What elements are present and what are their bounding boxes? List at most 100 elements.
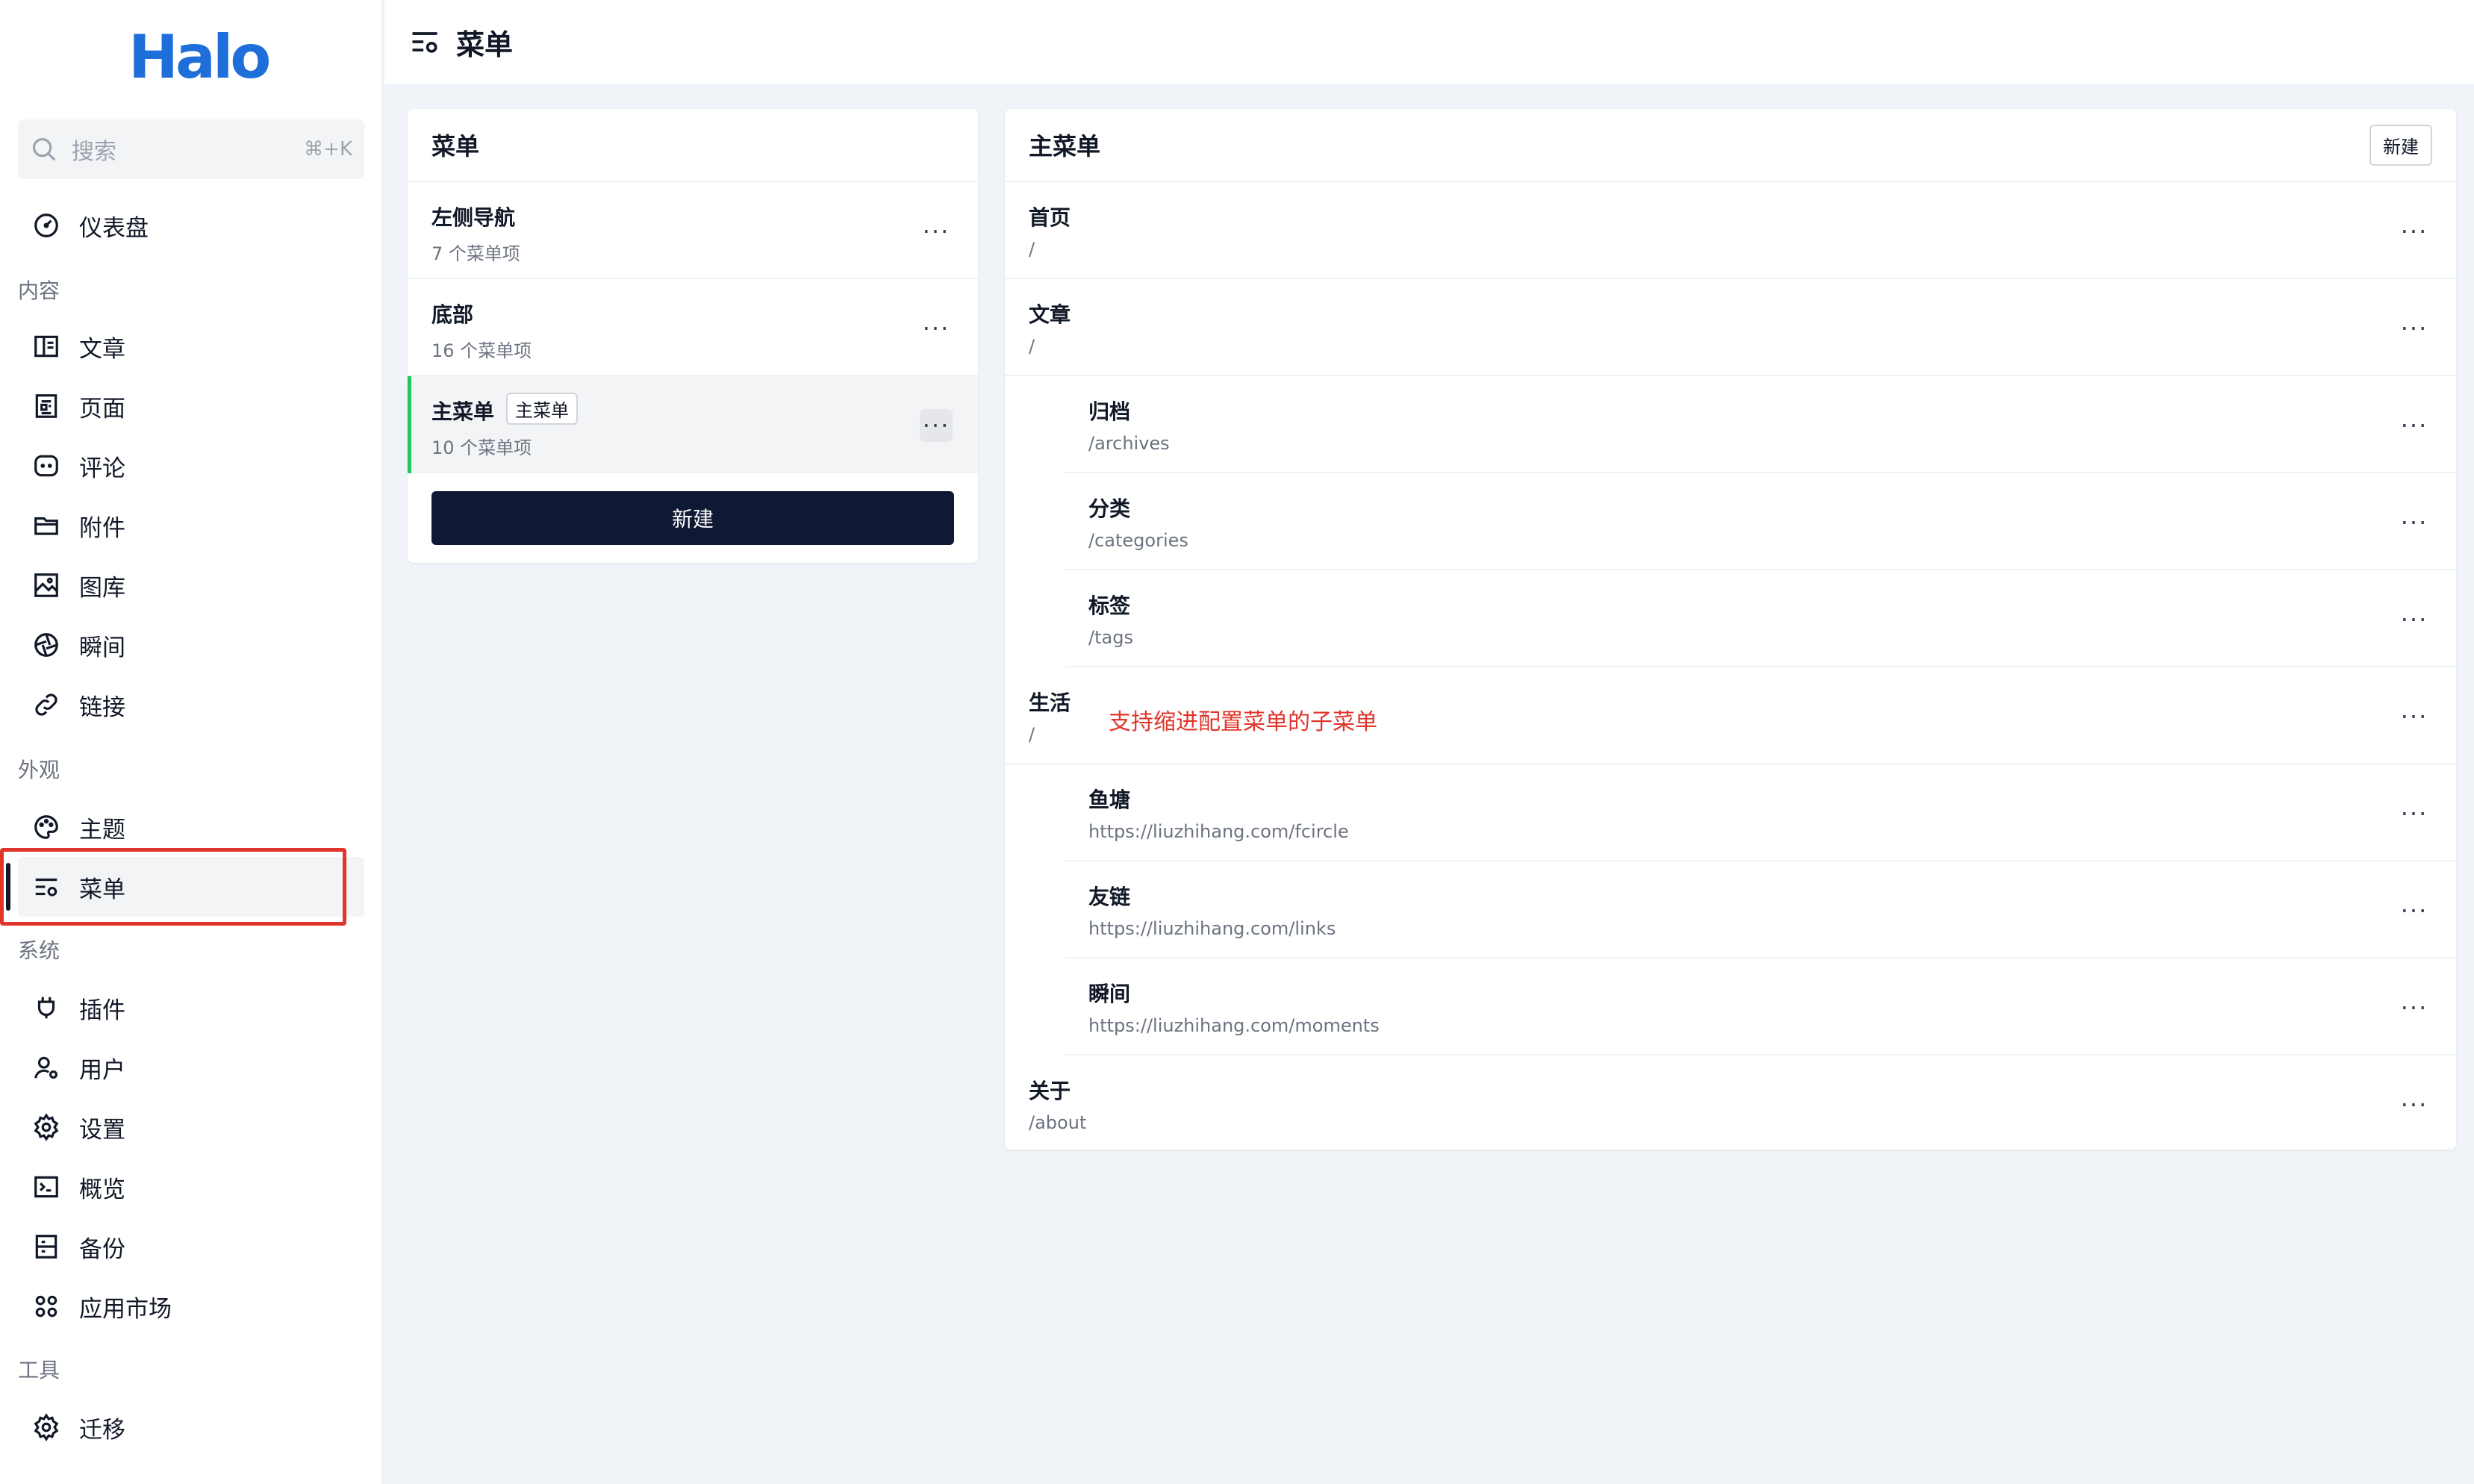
new-menu-button[interactable]: 新建 xyxy=(431,491,954,545)
sidebar-item-label: 概览 xyxy=(79,1176,125,1203)
image-icon xyxy=(31,570,61,600)
sidebar-item-gallery[interactable]: 图库 xyxy=(18,555,364,615)
menu-item-row[interactable]: 瞬间 https://liuzhihang.com/moments ··· xyxy=(1065,958,2456,1056)
sidebar-item-label: 迁移 xyxy=(79,1416,125,1444)
more-icon[interactable]: ··· xyxy=(2398,1088,2431,1121)
menus-card-title: 菜单 xyxy=(431,132,480,160)
menus-card: 菜单 左侧导航 7 个菜单项 ··· 底部 16 个菜单项 ··· 主菜单 主菜… xyxy=(408,109,978,563)
menu-list-item[interactable]: 左侧导航 7 个菜单项 ··· xyxy=(408,182,978,279)
sidebar-item-label: 插件 xyxy=(79,997,125,1024)
sidebar-item-migrate[interactable]: 迁移 xyxy=(18,1397,364,1457)
search-placeholder: 搜索 xyxy=(72,139,116,165)
more-icon[interactable]: ··· xyxy=(2398,506,2431,539)
folder-icon xyxy=(31,511,61,540)
sidebar-item-attachments[interactable]: 附件 xyxy=(18,496,364,555)
link-icon xyxy=(31,690,61,720)
sidebar-item-label: 附件 xyxy=(79,514,125,542)
sidebar-item-label: 图库 xyxy=(79,574,125,602)
sidebar-item-backup[interactable]: 备份 xyxy=(18,1217,364,1276)
menu-item-row[interactable]: 关于/about ··· xyxy=(1005,1056,2456,1153)
menu-list-item[interactable]: 底部 16 个菜单项 ··· xyxy=(408,279,978,376)
page-title: 菜单 xyxy=(456,28,514,61)
menu-item-name: 瞬间 xyxy=(1088,982,1131,1006)
menus-card-header: 菜单 xyxy=(408,109,978,182)
dashboard-icon xyxy=(31,211,61,240)
user-settings-icon xyxy=(31,1053,61,1082)
menu-item-name: 文章 xyxy=(1029,302,1071,327)
menu-item-row[interactable]: 文章 / ··· xyxy=(1005,279,2456,376)
more-icon[interactable]: ··· xyxy=(920,215,953,248)
sidebar-item-links[interactable]: 链接 xyxy=(18,675,364,735)
sidebar-item-app-market[interactable]: 应用市场 xyxy=(18,1276,364,1336)
menu-items-card-title: 主菜单 xyxy=(1029,132,1101,160)
new-menu-item-button[interactable]: 新建 xyxy=(2369,124,2432,166)
menu-item-path: /about xyxy=(1029,1112,1087,1133)
menu-items-list: 首页 / ··· 文章 / ··· 归档/archives ··· 分类/categories ·… xyxy=(1005,182,2456,1153)
group-label-appearance: 外观 xyxy=(18,758,60,782)
menu-item-name: 首页 xyxy=(1029,205,1071,230)
highlight-box xyxy=(0,848,346,926)
sidebar-item-posts[interactable]: 文章 xyxy=(18,317,364,376)
sidebar-item-label: 设置 xyxy=(79,1116,125,1144)
menu-item-count: 16 个菜单项 xyxy=(431,340,532,361)
menu-name: 主菜单 xyxy=(431,399,495,424)
menu-item-path: / xyxy=(1029,724,1035,745)
more-icon[interactable]: ··· xyxy=(2398,700,2431,733)
sidebar-item-settings[interactable]: 设置 xyxy=(18,1097,364,1157)
group-label-content: 内容 xyxy=(18,278,60,303)
menu-item-row[interactable]: 鱼塘 https://liuzhihang.com/fcircle ··· xyxy=(1065,764,2456,861)
menu-item-row[interactable]: 标签/tags ··· xyxy=(1065,570,2456,667)
menu-list-item-selected[interactable]: 主菜单 主菜单 10 个菜单项 ··· xyxy=(408,376,978,473)
sidebar-item-moments[interactable]: 瞬间 xyxy=(18,615,364,675)
halo-logo[interactable]: Halo xyxy=(128,22,271,92)
menu-item-row[interactable]: 归档/archives ··· xyxy=(1065,376,2456,473)
menu-item-row[interactable]: 首页 / ··· xyxy=(1005,182,2456,279)
more-icon[interactable]: ··· xyxy=(2398,409,2431,442)
terminal-icon xyxy=(31,1172,61,1202)
menu-item-name: 归档 xyxy=(1088,399,1131,424)
more-icon[interactable]: ··· xyxy=(2398,603,2431,636)
more-icon[interactable]: ··· xyxy=(2398,215,2431,248)
menu-item-count: 7 个菜单项 xyxy=(431,243,520,264)
menu-items-card-header: 主菜单 新建 xyxy=(1005,109,2456,182)
more-icon[interactable]: ··· xyxy=(2398,894,2431,927)
search-box[interactable]: 搜索 ⌘+K xyxy=(18,119,364,179)
more-icon[interactable]: ··· xyxy=(920,409,953,442)
sidebar-item-overview[interactable]: 概览 xyxy=(18,1157,364,1217)
menu-item-path: https://liuzhihang.com/fcircle xyxy=(1088,821,1349,842)
sidebar-item-label: 主题 xyxy=(79,816,125,844)
menu-item-row[interactable]: 分类/categories ··· xyxy=(1065,473,2456,570)
more-icon[interactable]: ··· xyxy=(2398,312,2431,345)
group-label-system: 系统 xyxy=(18,938,60,963)
plug-icon xyxy=(31,993,61,1023)
menu-item-path: /archives xyxy=(1088,433,1170,454)
menu-items-card: 主菜单 新建 首页 / ··· 文章 / ··· 归档/archives ··· 分类/cate… xyxy=(1005,109,2456,1153)
more-icon[interactable]: ··· xyxy=(2398,991,2431,1024)
more-icon[interactable]: ··· xyxy=(2398,797,2431,830)
menu-item-path: /categories xyxy=(1088,530,1188,551)
page-header: 菜单 xyxy=(384,0,2474,84)
group-label-tools: 工具 xyxy=(18,1358,60,1382)
palette-icon xyxy=(31,812,61,842)
menu-settings-icon xyxy=(412,32,437,53)
sidebar-item-comments[interactable]: 评论 xyxy=(18,436,364,496)
menu-item-name: 友链 xyxy=(1088,885,1131,909)
sidebar-item-label: 备份 xyxy=(79,1235,125,1263)
menu-item-row[interactable]: 友链 https://liuzhihang.com/links ··· xyxy=(1065,861,2456,958)
sidebar-item-label: 瞬间 xyxy=(79,634,125,661)
page-icon xyxy=(31,391,61,421)
annotation-text: 支持缩进配置菜单的子菜单 xyxy=(1109,709,1377,735)
sidebar-item-label: 仪表盘 xyxy=(79,214,149,242)
comment-icon xyxy=(31,451,61,481)
menu-item-path: / xyxy=(1029,239,1035,260)
sidebar-item-label: 页面 xyxy=(79,395,125,423)
more-icon[interactable]: ··· xyxy=(920,312,953,345)
sidebar-item-users[interactable]: 用户 xyxy=(18,1038,364,1097)
menu-item-path: https://liuzhihang.com/links xyxy=(1088,918,1336,939)
apps-icon xyxy=(31,1291,61,1321)
sidebar-item-pages[interactable]: 页面 xyxy=(18,376,364,436)
sidebar-item-dashboard[interactable]: 仪表盘 xyxy=(18,196,364,255)
sidebar-item-plugins[interactable]: 插件 xyxy=(18,978,364,1038)
menu-name: 底部 xyxy=(431,302,474,327)
menu-name: 左侧导航 xyxy=(431,205,516,230)
